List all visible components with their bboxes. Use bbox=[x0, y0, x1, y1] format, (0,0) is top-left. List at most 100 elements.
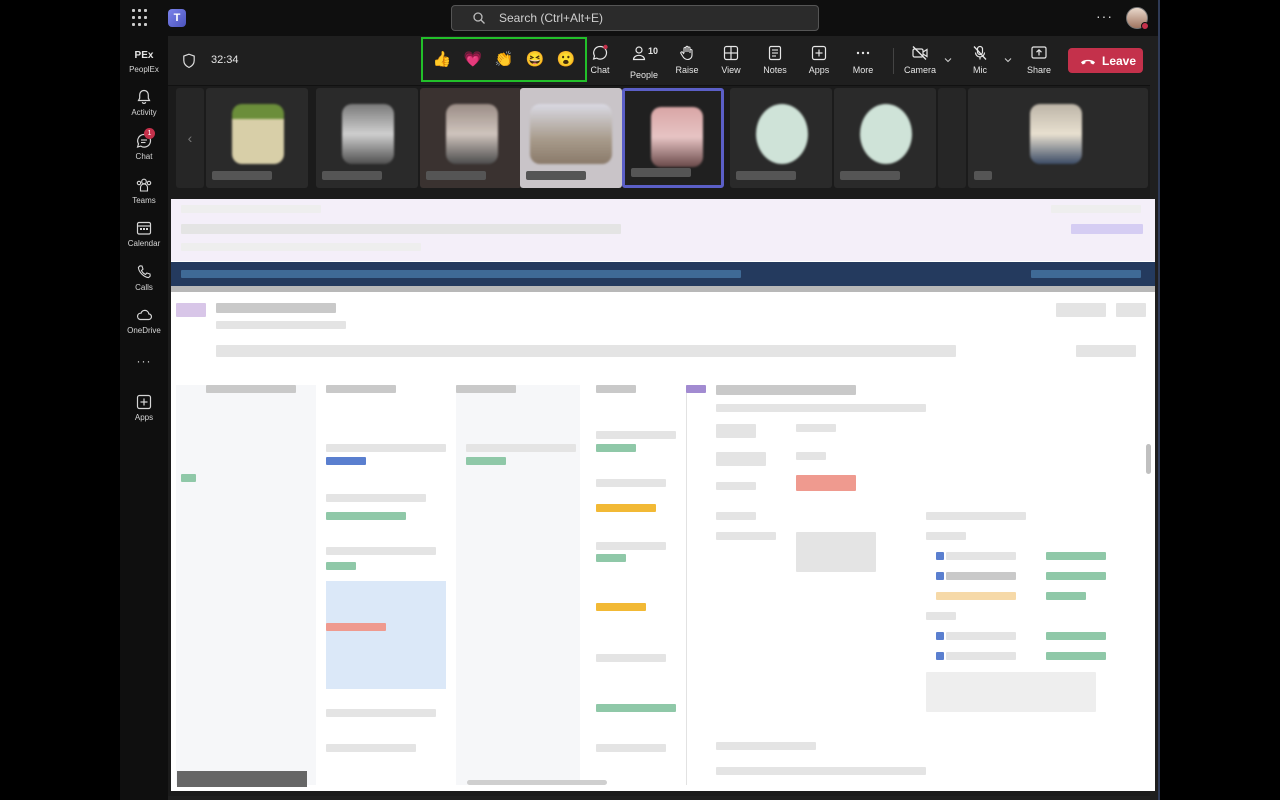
shared-content-block bbox=[1056, 303, 1106, 317]
participant-avatar bbox=[756, 104, 808, 164]
shared-toolbar-row bbox=[216, 345, 956, 357]
teams-icon bbox=[136, 178, 152, 192]
more-button[interactable]: More bbox=[843, 44, 883, 75]
shared-content-block bbox=[181, 270, 741, 278]
shield-icon[interactable] bbox=[182, 53, 196, 69]
meeting-stage: 32:34 👍 💗 👏 😆 😮 Chat 10 People Raise Vie… bbox=[168, 36, 1155, 796]
thumbs-up-reaction-icon[interactable]: 👍 bbox=[431, 49, 453, 71]
mic-options-chevron-icon[interactable] bbox=[1004, 56, 1012, 64]
leave-button[interactable]: Leave bbox=[1068, 48, 1143, 73]
search-input[interactable]: Search (Ctrl+Alt+E) bbox=[451, 5, 819, 31]
surprised-reaction-icon[interactable]: 😮 bbox=[555, 49, 577, 71]
shared-content-block bbox=[596, 542, 666, 550]
shared-left-pane bbox=[176, 385, 316, 785]
participant-tile[interactable] bbox=[730, 88, 832, 188]
share-button[interactable]: Share bbox=[1019, 44, 1059, 75]
strip-prev-chevron-icon[interactable]: ‹ bbox=[176, 88, 204, 188]
shared-content-block bbox=[716, 742, 816, 750]
rail-item-calls[interactable]: Calls bbox=[120, 263, 168, 292]
shared-content-block bbox=[686, 385, 706, 393]
mic-button-label: Mic bbox=[973, 65, 987, 75]
notes-button[interactable]: Notes bbox=[755, 44, 795, 75]
shared-content-block bbox=[596, 744, 666, 752]
shared-column-header bbox=[206, 385, 296, 393]
participant-tile[interactable] bbox=[520, 88, 622, 188]
view-button[interactable]: View bbox=[711, 44, 751, 75]
share-button-label: Share bbox=[1026, 65, 1052, 75]
rail-item-peoplex[interactable]: PEx PeoplEx bbox=[120, 45, 168, 74]
more-button-label: More bbox=[852, 65, 874, 75]
rail-item-calendar[interactable]: Calendar bbox=[120, 219, 168, 248]
mic-button[interactable]: Mic bbox=[960, 44, 1000, 75]
participant-video bbox=[232, 104, 284, 164]
clap-reaction-icon[interactable]: 👏 bbox=[493, 49, 515, 71]
shared-content-block bbox=[796, 475, 856, 491]
participant-name-label bbox=[526, 171, 586, 180]
shared-content-block bbox=[1046, 572, 1106, 580]
raise-hand-button[interactable]: Raise bbox=[667, 44, 707, 75]
camera-button[interactable]: Camera bbox=[900, 44, 940, 75]
chat-button[interactable]: Chat bbox=[580, 44, 620, 75]
rail-item-chat[interactable]: 1 Chat bbox=[120, 128, 168, 161]
shared-content-block bbox=[716, 482, 756, 490]
participant-tile-active-speaker[interactable] bbox=[622, 88, 724, 188]
shared-column-header bbox=[596, 385, 636, 393]
rail-item-onedrive[interactable]: OneDrive bbox=[120, 306, 168, 335]
shared-content-block bbox=[926, 512, 1026, 520]
presenter-name-label bbox=[177, 771, 307, 787]
more-options-icon[interactable]: ··· bbox=[1096, 8, 1113, 24]
participant-tile[interactable] bbox=[834, 88, 936, 188]
shared-content-block bbox=[596, 554, 626, 562]
participant-tile[interactable] bbox=[420, 88, 522, 188]
shared-content-block bbox=[936, 552, 944, 560]
laugh-reaction-icon[interactable]: 😆 bbox=[524, 49, 546, 71]
shared-content-block bbox=[1031, 270, 1141, 278]
shared-content-block bbox=[1071, 224, 1143, 234]
shared-pane-divider bbox=[686, 385, 687, 785]
shared-content-block bbox=[936, 572, 944, 580]
shared-content-block bbox=[716, 452, 766, 466]
shared-content-block bbox=[946, 632, 1016, 640]
participant-tile[interactable] bbox=[206, 88, 308, 188]
participant-video bbox=[446, 104, 498, 164]
phone-icon bbox=[137, 265, 151, 279]
participant-video bbox=[651, 107, 703, 167]
hand-icon bbox=[680, 45, 693, 61]
leave-button-label: Leave bbox=[1102, 54, 1137, 68]
participant-name-label bbox=[736, 171, 796, 180]
view-button-label: View bbox=[721, 65, 741, 75]
rail-item-label: Apps bbox=[134, 413, 154, 422]
people-button[interactable]: 10 People bbox=[624, 44, 664, 80]
shared-content-block bbox=[926, 672, 1096, 712]
participant-tile[interactable] bbox=[316, 88, 418, 188]
shared-content-block bbox=[596, 704, 676, 712]
app-launcher-icon[interactable] bbox=[132, 9, 150, 27]
apps-button[interactable]: Apps bbox=[799, 44, 839, 75]
shared-content-block bbox=[926, 532, 966, 540]
rail-item-activity[interactable]: Activity bbox=[120, 88, 168, 117]
participant-tile[interactable] bbox=[938, 88, 966, 188]
more-icon bbox=[856, 51, 870, 55]
user-avatar[interactable] bbox=[1126, 7, 1149, 30]
rail-item-label: Calls bbox=[135, 283, 153, 292]
rail-more-apps-icon[interactable]: ··· bbox=[120, 354, 168, 368]
shared-content-block bbox=[1046, 592, 1086, 600]
participant-tile[interactable] bbox=[968, 88, 1148, 188]
rail-item-teams[interactable]: Teams bbox=[120, 176, 168, 205]
shared-content-block bbox=[926, 612, 956, 620]
shared-vertical-scrollbar bbox=[1146, 444, 1151, 474]
participant-name-label bbox=[426, 171, 486, 180]
shared-content-block bbox=[326, 623, 386, 631]
notes-icon bbox=[768, 45, 782, 61]
layout-grid-icon bbox=[723, 45, 739, 61]
camera-options-chevron-icon[interactable] bbox=[944, 56, 952, 64]
shared-content-block bbox=[1051, 205, 1141, 213]
shared-screen bbox=[171, 199, 1155, 791]
heart-reaction-icon[interactable]: 💗 bbox=[462, 49, 484, 71]
shared-content-block bbox=[326, 512, 406, 520]
presence-busy-icon bbox=[1141, 22, 1149, 30]
participant-video bbox=[342, 104, 394, 164]
app-rail: PEx PeoplEx Activity 1 Chat Teams Calend… bbox=[120, 36, 168, 800]
shared-content-block bbox=[946, 652, 1016, 660]
rail-item-apps[interactable]: Apps bbox=[120, 393, 168, 422]
